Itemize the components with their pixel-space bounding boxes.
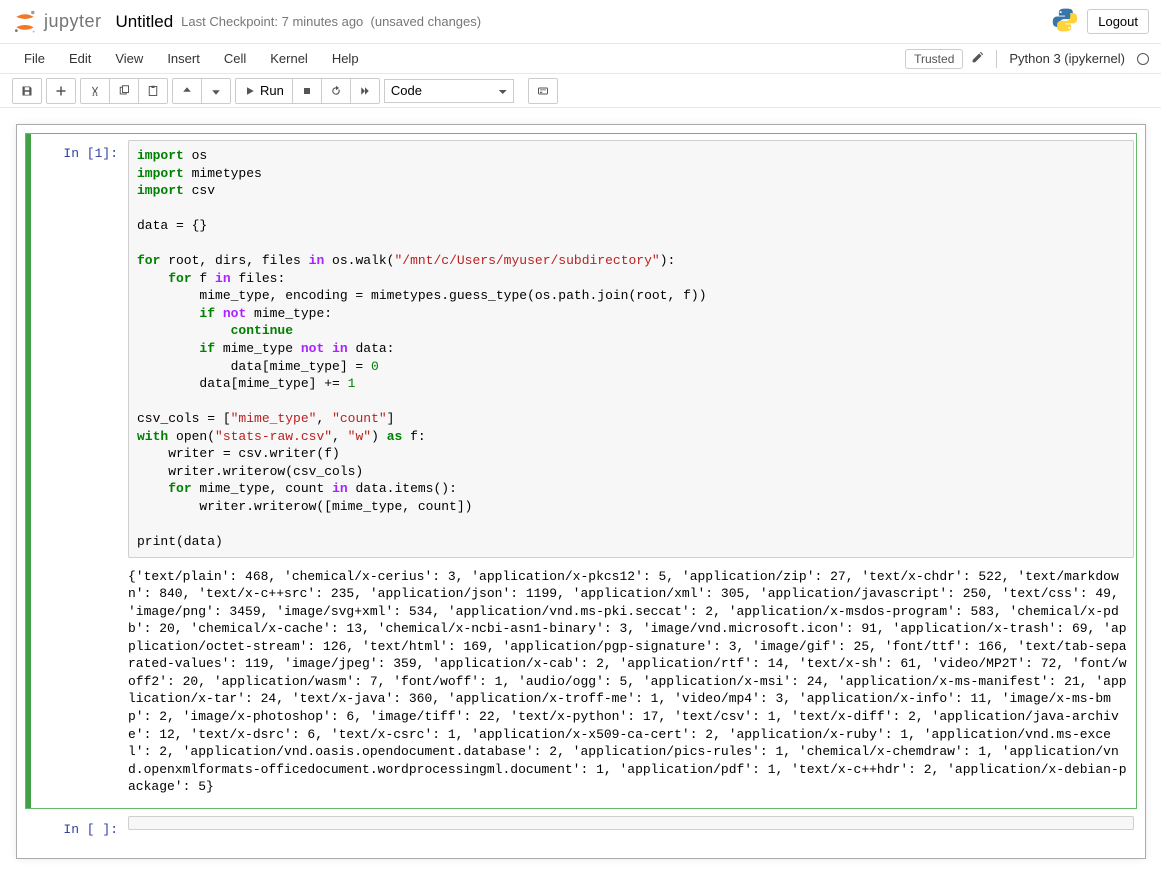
notebook: In [1]:import os import mimetypes import… (16, 124, 1146, 859)
restart-button[interactable] (322, 79, 351, 103)
move-up-button[interactable] (173, 79, 202, 103)
toolbar: Run CodeMarkdownRaw NBConvertHeading (0, 74, 1161, 108)
kernel-name-label: Python 3 (ipykernel) (1009, 51, 1125, 66)
menu-insert[interactable]: Insert (155, 45, 212, 72)
notebook-header: jupyter Untitled Last Checkpoint: 7 minu… (0, 0, 1161, 44)
code-cell[interactable]: In [1]:import os import mimetypes import… (25, 133, 1137, 809)
edit-pencil-icon[interactable] (971, 51, 984, 67)
kernel-status-icon (1137, 53, 1149, 65)
python-logo-icon (1051, 6, 1079, 37)
input-prompt: In [1]: (28, 140, 128, 558)
command-palette-button[interactable] (529, 79, 557, 103)
trusted-button[interactable]: Trusted (905, 49, 963, 69)
checkpoint-status: Last Checkpoint: 7 minutes ago (unsaved … (181, 14, 481, 29)
notebook-name[interactable]: Untitled (116, 12, 174, 32)
paste-button[interactable] (139, 79, 167, 103)
move-down-button[interactable] (202, 79, 230, 103)
notebook-container: In [1]:import os import mimetypes import… (0, 108, 1161, 875)
menu-kernel[interactable]: Kernel (258, 45, 320, 72)
copy-button[interactable] (110, 79, 139, 103)
logout-button[interactable]: Logout (1087, 9, 1149, 34)
jupyter-logo[interactable]: jupyter (12, 9, 102, 35)
cell-type-select[interactable]: CodeMarkdownRaw NBConvertHeading (384, 79, 514, 103)
restart-run-all-button[interactable] (351, 79, 379, 103)
menu-help[interactable]: Help (320, 45, 371, 72)
menu-edit[interactable]: Edit (57, 45, 103, 72)
insert-cell-button[interactable] (47, 79, 75, 103)
run-button[interactable]: Run (236, 79, 293, 103)
cut-button[interactable] (81, 79, 110, 103)
code-cell[interactable]: In [ ]: (25, 809, 1137, 850)
output-prompt (28, 562, 128, 802)
cell-output: {'text/plain': 468, 'chemical/x-cerius':… (128, 562, 1134, 802)
menu-file[interactable]: File (12, 45, 57, 72)
menubar: FileEditViewInsertCellKernelHelp Trusted… (0, 44, 1161, 74)
input-prompt: In [ ]: (28, 816, 128, 843)
code-input[interactable] (128, 816, 1134, 830)
jupyter-logo-text: jupyter (44, 11, 102, 32)
interrupt-button[interactable] (293, 79, 322, 103)
code-input[interactable]: import os import mimetypes import csv da… (128, 140, 1134, 558)
menu-cell[interactable]: Cell (212, 45, 258, 72)
save-button[interactable] (13, 79, 41, 103)
jupyter-logo-icon (12, 9, 38, 35)
menu-view[interactable]: View (103, 45, 155, 72)
